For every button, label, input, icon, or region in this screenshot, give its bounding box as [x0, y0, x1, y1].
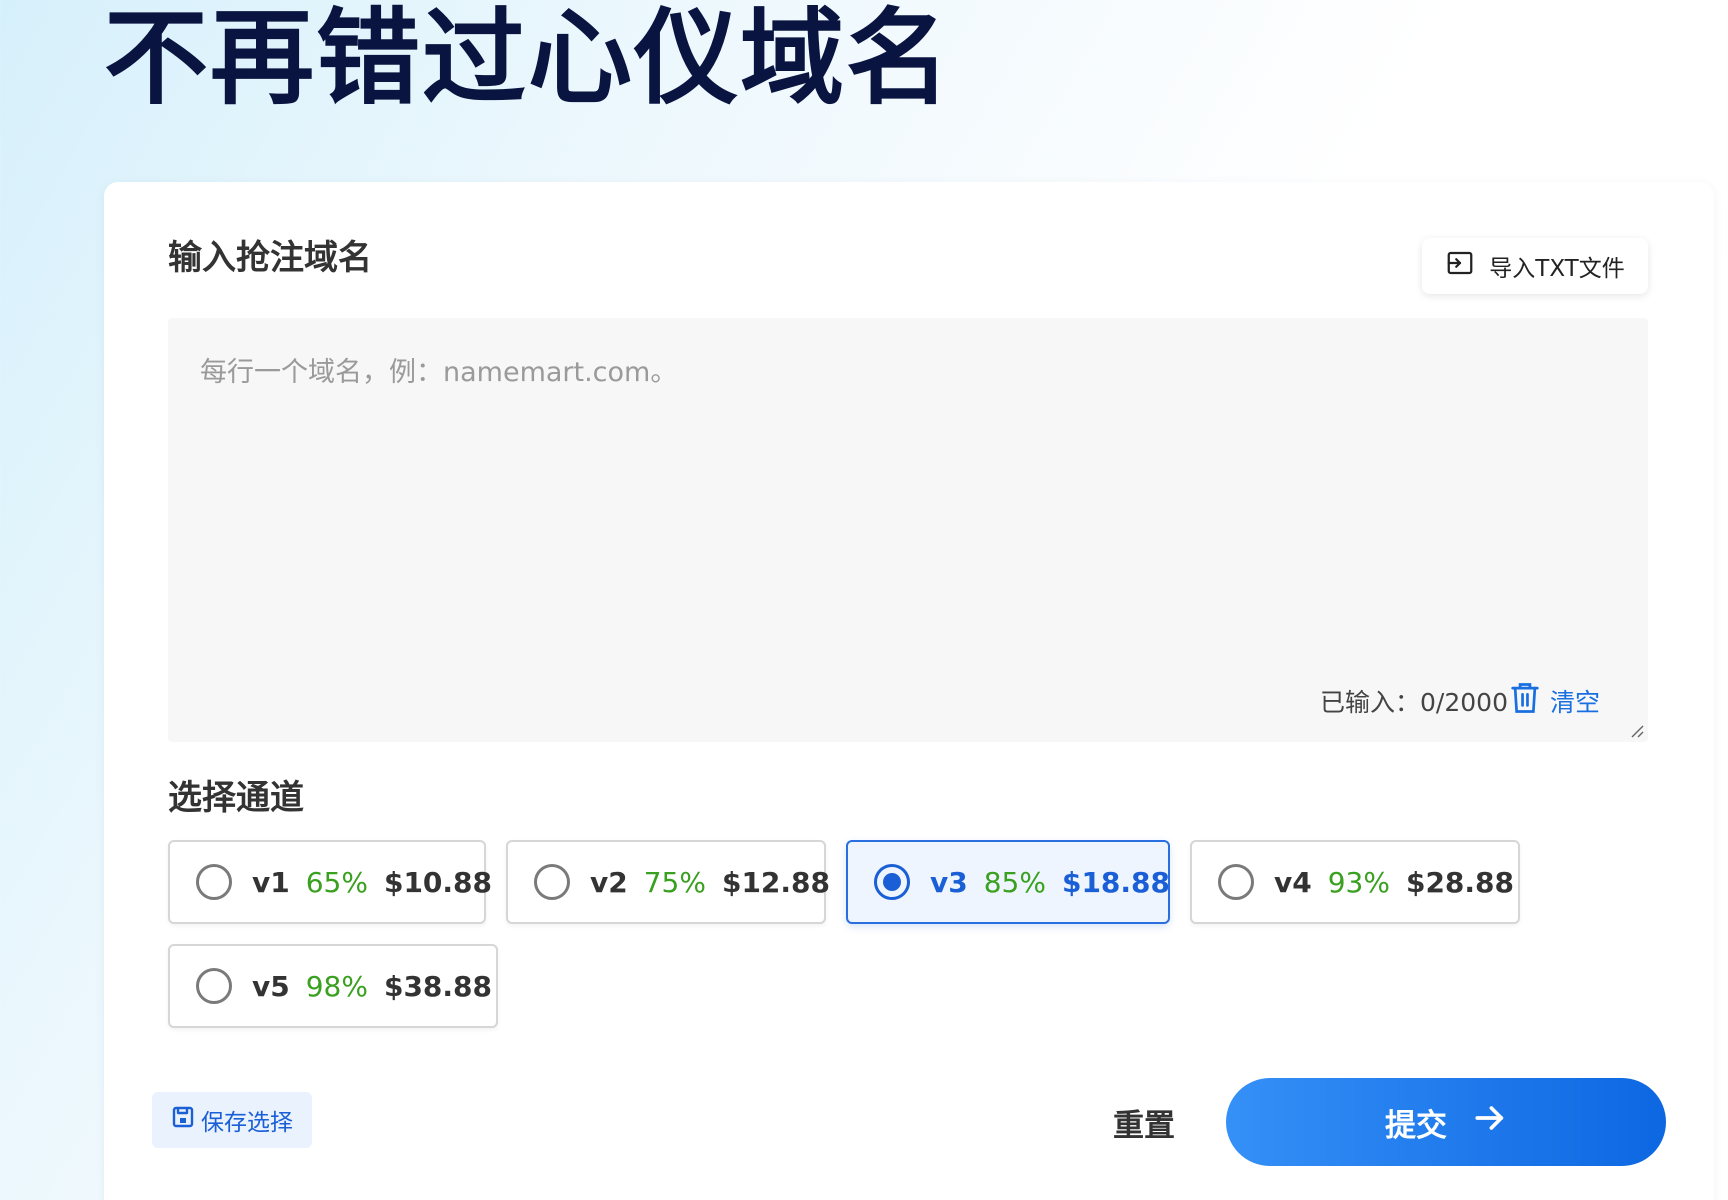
- counter-text: 已输入：0/2000: [1320, 688, 1508, 717]
- domain-textarea[interactable]: [168, 318, 1648, 742]
- channel-price: $28.88: [1405, 865, 1515, 899]
- import-icon: [1445, 248, 1475, 284]
- import-txt-button[interactable]: 导入TXT文件: [1422, 238, 1648, 294]
- channel-rate: 85%: [983, 865, 1046, 899]
- channel-price: $18.88: [1061, 865, 1171, 899]
- input-section-title: 输入抢注域名: [168, 238, 372, 278]
- arrow-right-icon: [1473, 1101, 1507, 1143]
- channel-price: $38.88: [383, 969, 493, 1003]
- channel-option-v2[interactable]: v2 75% $12.88: [506, 840, 830, 924]
- submit-label: 提交: [1385, 1107, 1447, 1144]
- radio-icon: [1218, 864, 1254, 900]
- channel-rate: 75%: [643, 865, 706, 899]
- channel-section-title: 选择通道: [168, 778, 304, 818]
- channel-name: v2: [590, 865, 628, 899]
- trash-icon: [1510, 682, 1540, 720]
- save-label: 保存选择: [201, 1110, 293, 1136]
- reset-button[interactable]: 重置: [1094, 1097, 1194, 1147]
- channel-name: v1: [252, 865, 290, 899]
- radio-icon: [196, 864, 232, 900]
- resize-handle[interactable]: [1628, 722, 1644, 738]
- clear-label: 清空: [1549, 688, 1600, 717]
- import-label: 导入TXT文件: [1489, 256, 1625, 282]
- channel-option-v5[interactable]: v5 98% $38.88: [168, 944, 498, 1028]
- input-counter: 已输入：0/2000 清空: [1320, 682, 1600, 720]
- channel-price: $12.88: [721, 865, 831, 899]
- submit-button[interactable]: 提交: [1226, 1078, 1666, 1166]
- channel-name: v5: [252, 969, 290, 1003]
- channel-name: v4: [1274, 865, 1312, 899]
- channel-option-v4[interactable]: v4 93% $28.88: [1190, 840, 1520, 924]
- channel-rate: 93%: [1327, 865, 1390, 899]
- channel-name: v3: [930, 865, 968, 899]
- save-icon: [171, 1105, 195, 1135]
- channel-option-v1[interactable]: v1 65% $10.88: [168, 840, 492, 924]
- channel-rate: 65%: [305, 865, 368, 899]
- clear-button[interactable]: 清空: [1510, 682, 1600, 720]
- radio-icon: [196, 968, 232, 1004]
- save-selection-button[interactable]: 保存选择: [152, 1092, 312, 1148]
- radio-selected-icon: [874, 864, 910, 900]
- radio-icon: [534, 864, 570, 900]
- channel-rate: 98%: [305, 969, 368, 1003]
- page-title: 不再错过心仪域名: [104, 0, 953, 119]
- domain-textarea-container: 已输入：0/2000 清空: [168, 318, 1648, 742]
- channel-price: $10.88: [383, 865, 493, 899]
- snipe-form-card: 输入抢注域名 导入TXT文件 已输入：0/2000: [104, 182, 1714, 1200]
- channel-option-v3[interactable]: v3 85% $18.88: [846, 840, 1170, 924]
